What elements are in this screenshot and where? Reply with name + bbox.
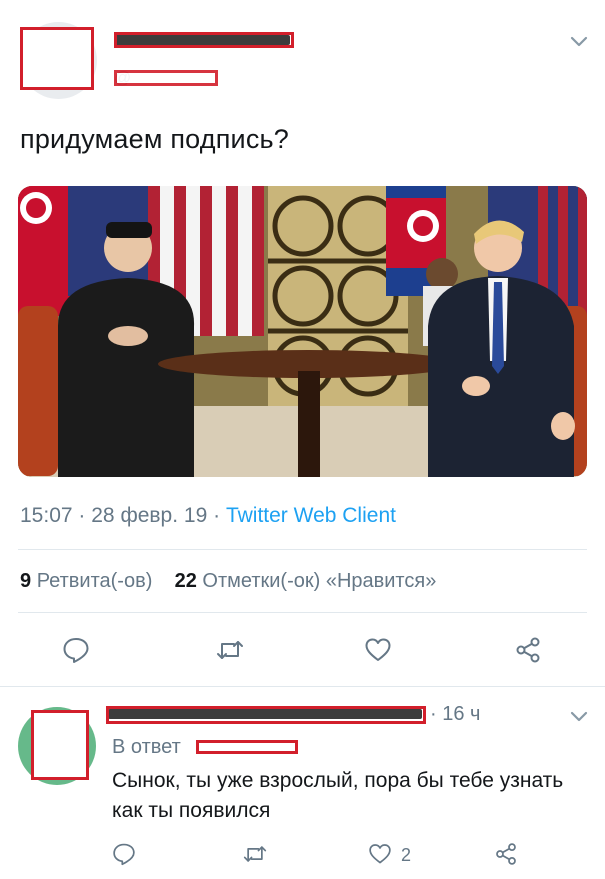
reply-icon[interactable] bbox=[112, 842, 136, 866]
heart-icon[interactable] bbox=[364, 636, 392, 664]
reply-time: · 16 ч bbox=[430, 703, 481, 725]
reply-to-handle-redacted[interactable] bbox=[196, 740, 298, 754]
divider bbox=[18, 549, 587, 550]
meta-separator: · bbox=[213, 504, 221, 527]
tweet-date: 28 февр. 19 bbox=[91, 504, 208, 527]
reply-text: Сынок, ты уже взрослый, пора бы тебе узн… bbox=[112, 769, 564, 822]
tweet-stats: 9 Ретвита(-ов) 22 Отметки(-ок) «Нравится… bbox=[20, 570, 436, 593]
tweet-text: придумаем подпись? bbox=[20, 124, 290, 154]
reply-avatar-redaction-box bbox=[31, 710, 89, 780]
reply-to-label: В ответ bbox=[112, 736, 181, 758]
reply-name-redaction-box bbox=[106, 706, 426, 724]
author-handle-redacted[interactable]: @ bbox=[114, 68, 218, 87]
reply-icon[interactable] bbox=[62, 636, 90, 664]
tweet-meta: 15:07 · 28 февр. 19 · Twitter Web Client bbox=[20, 504, 396, 528]
tweet-time: 15:07 bbox=[20, 504, 73, 527]
section-divider bbox=[0, 686, 605, 687]
chevron-down-icon[interactable] bbox=[570, 36, 588, 48]
likes-count[interactable]: 22 bbox=[175, 570, 197, 592]
name-redaction-box bbox=[114, 32, 294, 48]
share-icon[interactable] bbox=[514, 636, 542, 664]
tweet-client-link[interactable]: Twitter Web Client bbox=[226, 504, 396, 527]
handle-redaction-box bbox=[114, 70, 218, 86]
divider bbox=[18, 612, 587, 613]
reply-author-name-redacted[interactable] bbox=[106, 706, 426, 724]
retweets-label[interactable]: Ретвита(-ов) bbox=[37, 570, 153, 592]
reply-like-count: 2 bbox=[401, 845, 412, 865]
meta-separator: · bbox=[78, 504, 86, 527]
retweets-count[interactable]: 9 bbox=[20, 570, 31, 592]
share-icon[interactable] bbox=[494, 842, 518, 866]
retweet-icon[interactable] bbox=[216, 636, 244, 664]
heart-icon[interactable] bbox=[368, 842, 392, 866]
avatar-redaction-box bbox=[20, 27, 94, 90]
photo-scene bbox=[18, 186, 587, 477]
tweet-photo[interactable] bbox=[18, 186, 587, 477]
retweet-icon[interactable] bbox=[243, 842, 267, 866]
author-name-redacted[interactable] bbox=[114, 32, 294, 48]
likes-label[interactable]: Отметки(-ок) «Нравится» bbox=[202, 570, 436, 592]
chevron-down-icon[interactable] bbox=[570, 711, 588, 723]
